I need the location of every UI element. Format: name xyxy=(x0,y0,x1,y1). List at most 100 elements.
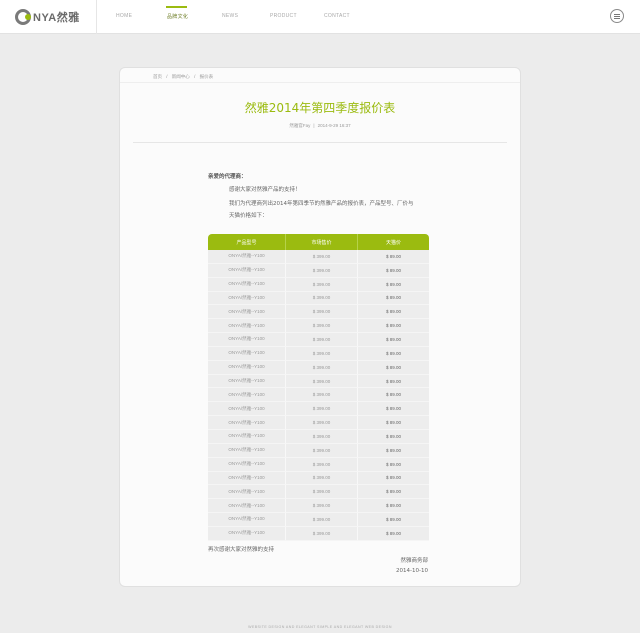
cell-market-price: $ 399.00 xyxy=(286,526,358,541)
signer: 然雅商务部 xyxy=(400,558,428,564)
header-divider xyxy=(96,0,97,34)
nav-home[interactable]: HOME xyxy=(116,13,132,19)
table-row: ONYA/然雅--Y100 $ 399.00 $ 89.00 xyxy=(208,499,429,514)
cell-model: ONYA/然雅--Y100 xyxy=(208,374,286,389)
cell-tmall-price: $ 89.00 xyxy=(358,513,429,527)
nav-product[interactable]: PRODUCT xyxy=(270,13,297,19)
greeting: 亲爱的代理商： xyxy=(208,174,247,180)
cell-tmall-price: $ 89.00 xyxy=(358,319,429,334)
cell-model: ONYA/然雅--Y100 xyxy=(208,443,286,458)
table-row: ONYA/然雅--Y100 $ 399.00 $ 89.00 xyxy=(208,263,429,278)
cell-market-price: $ 399.00 xyxy=(286,388,358,403)
top-bar: NYA然雅 HOME 品牌文化 NEWS PRODUCT CONTACT xyxy=(0,0,640,34)
cell-tmall-price: $ 89.00 xyxy=(358,443,429,458)
cell-model: ONYA/然雅--Y100 xyxy=(208,277,286,292)
cell-market-price: $ 399.00 xyxy=(286,360,358,375)
cell-model: ONYA/然雅--Y100 xyxy=(208,526,286,541)
table-row: ONYA/然雅--Y100 $ 399.00 $ 89.00 xyxy=(208,333,429,347)
cell-market-price: $ 399.00 xyxy=(286,277,358,292)
cell-market-price: $ 399.00 xyxy=(286,263,358,278)
cell-tmall-price: $ 89.00 xyxy=(358,263,429,278)
cell-model: ONYA/然雅--Y100 xyxy=(208,360,286,375)
table-row: ONYA/然雅--Y100 $ 399.00 $ 89.00 xyxy=(208,457,429,472)
article-author: 然雅官Fay xyxy=(289,123,311,128)
cell-tmall-price: $ 89.00 xyxy=(358,250,429,264)
cell-market-price: $ 399.00 xyxy=(286,416,358,430)
cell-market-price: $ 399.00 xyxy=(286,457,358,472)
table-row: ONYA/然雅--Y100 $ 399.00 $ 89.00 xyxy=(208,277,429,292)
cell-model: ONYA/然雅--Y100 xyxy=(208,499,286,514)
cell-market-price: $ 399.00 xyxy=(286,485,358,500)
cell-model: ONYA/然雅--Y100 xyxy=(208,471,286,486)
table-row: ONYA/然雅--Y100 $ 399.00 $ 89.00 xyxy=(208,485,429,500)
table-row: ONYA/然雅--Y100 $ 399.00 $ 89.00 xyxy=(208,443,429,458)
cell-market-price: $ 399.00 xyxy=(286,499,358,514)
table-row: ONYA/然雅--Y100 $ 399.00 $ 89.00 xyxy=(208,291,429,306)
cell-market-price: $ 399.00 xyxy=(286,443,358,458)
meta-separator: | xyxy=(313,123,315,128)
logo-text: NYA然雅 xyxy=(33,12,80,24)
cell-market-price: $ 399.00 xyxy=(286,513,358,527)
nav-news[interactable]: NEWS xyxy=(222,13,238,19)
cell-tmall-price: $ 89.00 xyxy=(358,360,429,375)
cell-tmall-price: $ 89.00 xyxy=(358,429,429,444)
cell-model: ONYA/然雅--Y100 xyxy=(208,513,286,527)
cell-tmall-price: $ 89.00 xyxy=(358,402,429,417)
cell-model: ONYA/然雅--Y100 xyxy=(208,250,286,264)
cell-market-price: $ 399.00 xyxy=(286,471,358,486)
cell-tmall-price: $ 89.00 xyxy=(358,471,429,486)
cell-model: ONYA/然雅--Y100 xyxy=(208,346,286,361)
cell-market-price: $ 399.00 xyxy=(286,333,358,347)
table-row: ONYA/然雅--Y100 $ 399.00 $ 89.00 xyxy=(208,360,429,375)
cell-tmall-price: $ 89.00 xyxy=(358,485,429,500)
page-title: 然雅2014年第四季度报价表 xyxy=(244,101,396,115)
cell-model: ONYA/然雅--Y100 xyxy=(208,305,286,320)
cell-tmall-price: $ 89.00 xyxy=(358,374,429,389)
title-divider xyxy=(133,142,507,143)
cell-market-price: $ 399.00 xyxy=(286,346,358,361)
cell-tmall-price: $ 89.00 xyxy=(358,499,429,514)
cell-model: ONYA/然雅--Y100 xyxy=(208,416,286,430)
table-row: ONYA/然雅--Y100 $ 399.00 $ 89.00 xyxy=(208,388,429,403)
header-model: 产品型号 xyxy=(208,234,286,250)
nav-contact[interactable]: CONTACT xyxy=(324,13,350,19)
cell-tmall-price: $ 89.00 xyxy=(358,277,429,292)
cell-model: ONYA/然雅--Y100 xyxy=(208,429,286,444)
table-row: ONYA/然雅--Y100 $ 399.00 $ 89.00 xyxy=(208,513,429,527)
breadcrumb-news[interactable]: 新闻中心 xyxy=(172,74,190,79)
cell-model: ONYA/然雅--Y100 xyxy=(208,263,286,278)
cell-model: ONYA/然雅--Y100 xyxy=(208,291,286,306)
article-meta: 然雅官Fay | 2014-9-29 16:37 xyxy=(120,123,520,129)
table-row: ONYA/然雅--Y100 $ 399.00 $ 89.00 xyxy=(208,429,429,444)
cell-model: ONYA/然雅--Y100 xyxy=(208,333,286,347)
table-header-row: 产品型号 市场售价 天猫价 xyxy=(208,234,429,250)
paragraph-intro: 我们为代理商列出2014年第四季节的然雅产品的报价表，产品型号、厂价与 xyxy=(229,201,414,207)
nav-brand-culture[interactable]: 品牌文化 xyxy=(167,13,188,20)
logo-mark-icon xyxy=(15,9,31,25)
paragraph-thanks: 感谢大家对然雅产品的支持！ xyxy=(229,187,301,193)
breadcrumb-separator: / xyxy=(166,74,168,79)
cell-tmall-price: $ 89.00 xyxy=(358,388,429,403)
price-table: 产品型号 市场售价 天猫价 ONYA/然雅--Y100 $ 399.00 $ 89.… xyxy=(208,234,429,541)
cell-model: ONYA/然雅--Y100 xyxy=(208,319,286,334)
table-row: ONYA/然雅--Y100 $ 399.00 $ 89.00 xyxy=(208,374,429,389)
article-date: 2014-9-29 16:37 xyxy=(317,123,351,128)
hamburger-menu-icon[interactable] xyxy=(610,9,624,23)
table-row: ONYA/然雅--Y100 $ 399.00 $ 89.00 xyxy=(208,346,429,361)
breadcrumb-home[interactable]: 首页 xyxy=(153,74,162,79)
cell-tmall-price: $ 89.00 xyxy=(358,333,429,347)
cell-market-price: $ 399.00 xyxy=(286,305,358,320)
table-row: ONYA/然雅--Y100 $ 399.00 $ 89.00 xyxy=(208,402,429,417)
cell-model: ONYA/然雅--Y100 xyxy=(208,402,286,417)
breadcrumb-separator: / xyxy=(194,74,196,79)
sign-date: 2014-10-10 xyxy=(396,568,428,574)
cell-market-price: $ 399.00 xyxy=(286,319,358,334)
cell-market-price: $ 399.00 xyxy=(286,250,358,264)
breadcrumb-divider xyxy=(120,82,520,83)
cell-tmall-price: $ 89.00 xyxy=(358,346,429,361)
table-row: ONYA/然雅--Y100 $ 399.00 $ 89.00 xyxy=(208,416,429,430)
logo[interactable]: NYA然雅 xyxy=(15,8,95,26)
cell-tmall-price: $ 89.00 xyxy=(358,291,429,306)
cell-model: ONYA/然雅--Y100 xyxy=(208,485,286,500)
footer-text: WEBSITE DESIGN AND ELEGANT SIMPLE AND EL… xyxy=(248,625,392,629)
